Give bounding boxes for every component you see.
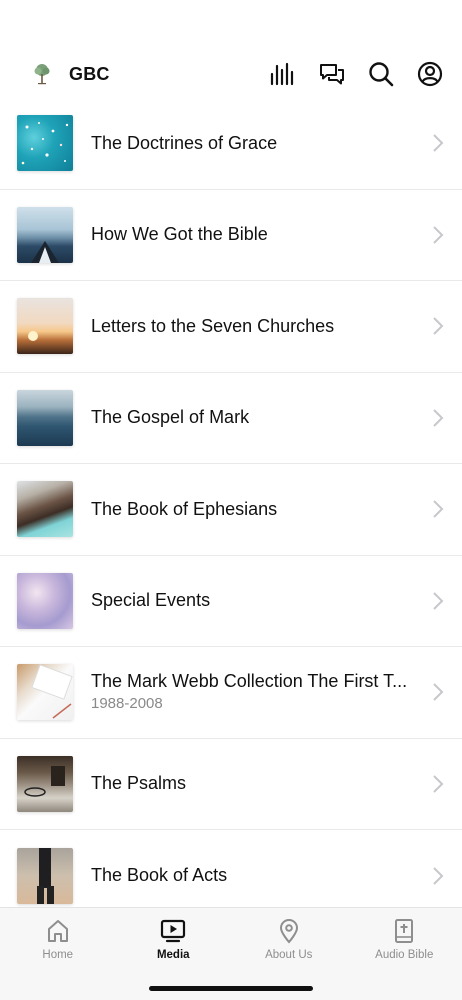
header-actions [248,60,444,88]
profile-icon [417,61,443,87]
tab-label: Media [156,949,190,961]
list-item[interactable]: Letters to the Seven Churches [0,281,462,373]
list-item[interactable]: How We Got the Bible [0,190,462,281]
list-item-title: How We Got the Bible [91,224,268,245]
list-item-title: The Mark Webb Collection The First T... [91,671,408,691]
brand[interactable]: GBC [30,62,110,86]
list-item[interactable]: The Mark Webb Collection The First T... … [0,647,462,739]
app-screen: GBC The Doctrines of Grace How We Got th… [0,0,462,1000]
sunset-image [28,331,38,342]
search-icon [369,62,394,87]
search-button[interactable] [367,60,395,88]
list-item[interactable]: The Doctrines of Grace [0,98,462,190]
list-item-text: The Book of Acts [91,865,418,886]
series-thumbnail [17,572,73,629]
list-item-title: The Gospel of Mark [91,407,250,428]
tab-label: About Us [265,949,313,961]
chevron-right-icon [433,683,444,701]
record-player-image [24,765,65,797]
profile-button[interactable] [416,60,444,88]
bible-icon [395,919,414,943]
list-item[interactable]: The Psalms [0,739,462,830]
list-item-text: Special Events [91,590,418,611]
series-thumbnail [17,206,73,263]
boat-image [31,240,59,263]
list-item-text: How We Got the Bible [91,224,418,245]
home-icon [47,920,68,942]
home-indicator [149,986,313,991]
location-pin-icon [279,919,298,944]
tree-logo-icon [34,64,50,85]
brand-name: GBC [69,63,110,84]
list-item-title: Special Events [91,590,211,611]
notebook-image [31,664,73,719]
series-thumbnail [17,847,73,904]
tab-label: Home [42,949,74,961]
messages-button[interactable] [318,60,346,88]
bubbles-image [21,122,69,165]
media-icon [161,919,186,943]
list-item-text: The Doctrines of Grace [91,133,418,154]
series-thumbnail [17,389,73,446]
series-thumbnail [17,298,73,355]
chevron-right-icon [433,867,444,885]
tab-audio-bible[interactable]: Audio Bible [347,908,462,1000]
list-item-subtitle: 1988-2008 [91,695,163,712]
walking-person-image [37,847,54,904]
list-item[interactable]: The Book of Ephesians [0,464,462,556]
series-thumbnail [17,664,73,721]
list-item-text: The Book of Ephesians [91,499,418,520]
list-item[interactable]: Special Events [0,556,462,647]
list-item[interactable]: The Gospel of Mark [0,373,462,464]
series-thumbnail [17,481,73,538]
media-series-list: The Doctrines of Grace How We Got the Bi… [0,98,462,922]
chat-bubbles-icon [320,64,344,85]
chevron-right-icon [433,226,444,244]
audio-bars-button[interactable] [269,60,297,88]
chevron-right-icon [433,134,444,152]
list-item-text: Letters to the Seven Churches [91,316,418,337]
list-item-text: The Psalms [91,773,418,794]
app-header: GBC [0,50,462,98]
series-thumbnail [17,115,73,172]
list-item-title: Letters to the Seven Churches [91,315,335,336]
list-item-title: The Doctrines of Grace [91,132,278,153]
chevron-right-icon [433,409,444,427]
list-item-title: The Book of Ephesians [91,498,278,519]
series-thumbnail [17,755,73,812]
chevron-right-icon [433,317,444,335]
list-item-title: The Book of Acts [91,865,228,886]
chevron-right-icon [433,592,444,610]
list-item-text: The Gospel of Mark [91,407,418,428]
chevron-right-icon [433,775,444,793]
list-item-text: The Mark Webb Collection The First T... … [91,671,418,712]
chevron-right-icon [433,500,444,518]
tab-home[interactable]: Home [0,908,116,1000]
list-item-title: The Psalms [91,773,187,794]
tab-label: Audio Bible [375,949,434,961]
audio-bars-icon [270,62,294,86]
